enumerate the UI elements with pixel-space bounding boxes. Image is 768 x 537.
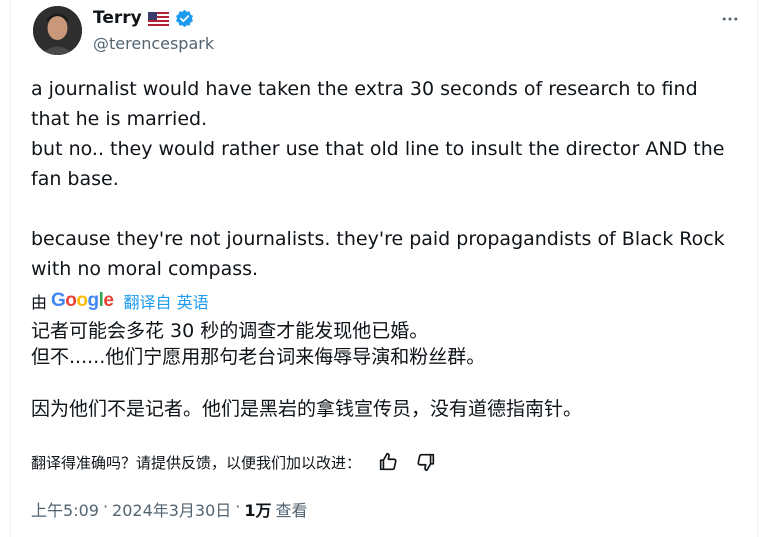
tweet-card: Terry @terencespark a journalist would h… — [10, 0, 758, 537]
thumbs-down-icon[interactable] — [415, 451, 437, 473]
google-letter: g — [87, 290, 100, 311]
translation-attribution: 由 Google 翻译自 英语 — [31, 289, 209, 313]
tweet-date[interactable]: 2024年3月30日 — [112, 497, 231, 521]
translation-feedback: 翻译得准确吗？请提供反馈，以便我们加以改进： — [31, 451, 437, 473]
verified-badge-icon[interactable] — [175, 9, 194, 28]
translated-text: 记者可能会多花 30 秒的调查才能发现他已婚。 但不......他们宁愿用那句老… — [31, 320, 583, 420]
author-handle[interactable]: @terencespark — [93, 34, 214, 53]
view-count: 1万 — [244, 501, 272, 520]
avatar[interactable] — [33, 6, 82, 55]
google-letter: o — [76, 290, 88, 311]
author-name-row: Terry — [93, 8, 194, 28]
thumbs-up-icon[interactable] — [377, 451, 399, 473]
feedback-prompt: 翻译得准确吗？请提供反馈，以便我们加以改进： — [31, 453, 362, 472]
translated-from-link[interactable]: 翻译自 英语 — [123, 289, 208, 313]
meta-separator: · — [102, 497, 109, 516]
google-logo: Google — [51, 290, 114, 312]
google-letter: o — [65, 290, 77, 311]
avatar-image — [33, 6, 82, 55]
meta-separator: · — [235, 497, 241, 516]
tweet-metadata: 上午5:09 · 2024年3月30日 · 1万 查看 — [31, 497, 308, 521]
more-options-icon[interactable] — [717, 6, 743, 32]
us-flag-icon — [147, 11, 169, 26]
google-letter: G — [51, 290, 66, 311]
views-label: 查看 — [275, 501, 308, 520]
translated-by-label: 由 — [31, 293, 48, 312]
tweet-text: a journalist would have taken the extra … — [31, 78, 725, 280]
google-letter: e — [103, 290, 114, 311]
tweet-time[interactable]: 上午5:09 — [31, 497, 99, 521]
display-name[interactable]: Terry — [93, 8, 142, 28]
